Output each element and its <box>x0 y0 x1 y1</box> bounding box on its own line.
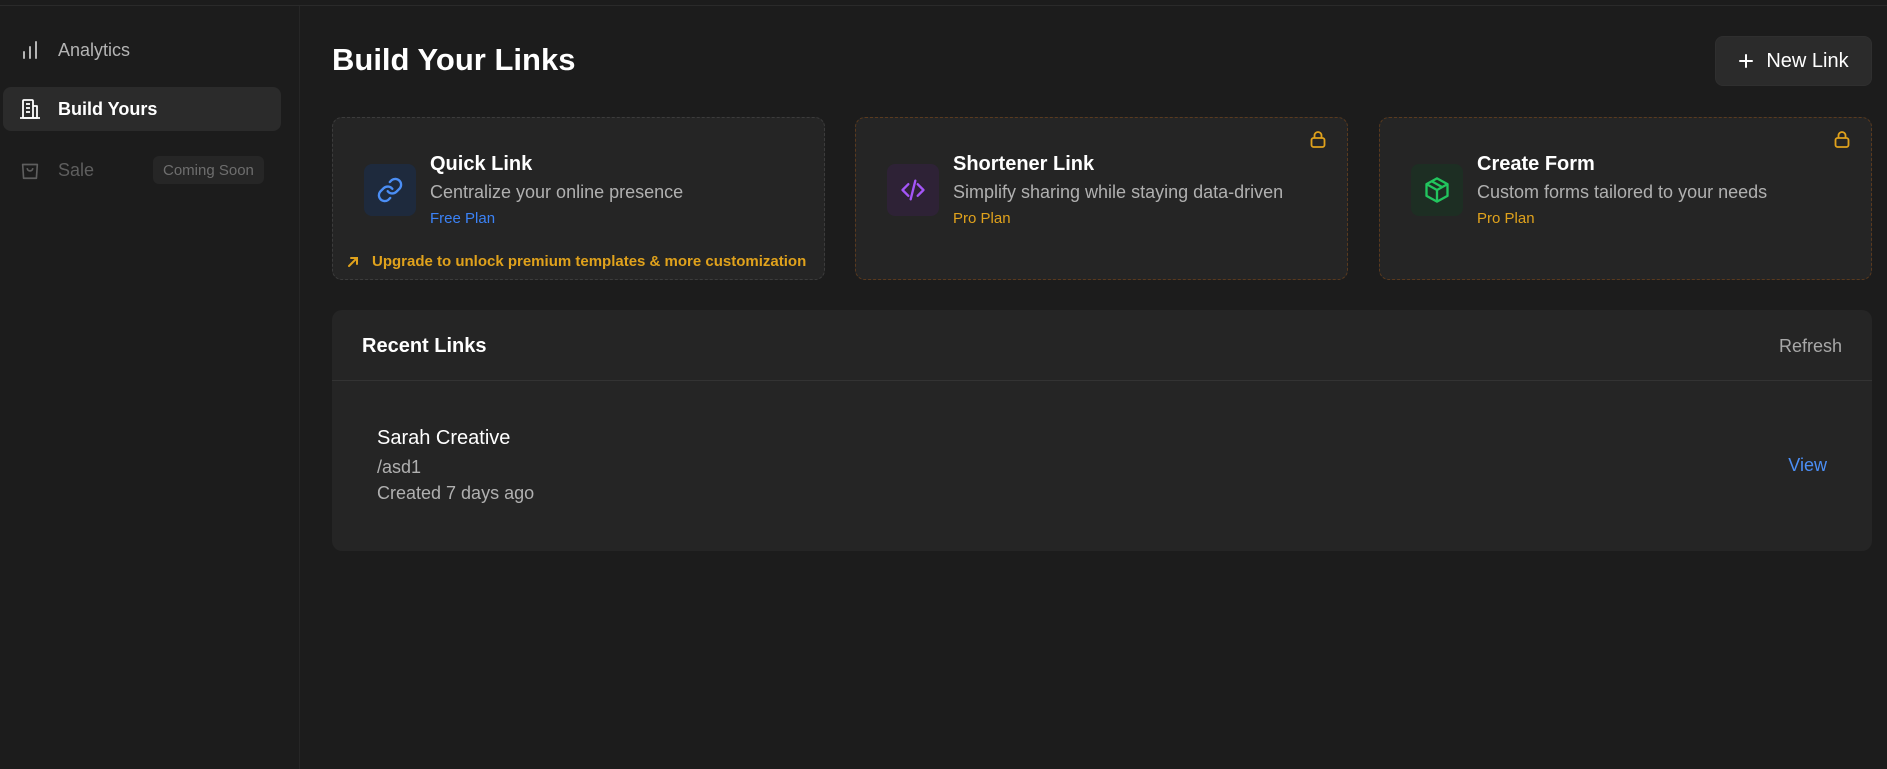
recent-links-header: Recent Links Refresh <box>332 310 1872 381</box>
box-icon <box>1411 164 1463 216</box>
coming-soon-badge: Coming Soon <box>153 156 264 184</box>
card-title: Quick Link <box>430 153 533 175</box>
link-created: Created 7 days ago <box>377 483 535 503</box>
link-icon <box>364 164 416 216</box>
lock-icon <box>1831 128 1853 150</box>
page-title: Build Your Links <box>332 42 576 77</box>
recent-links-panel: Recent Links Refresh Sarah Creative /asd… <box>332 310 1872 551</box>
code-icon <box>887 164 939 216</box>
arrow-up-right-icon <box>346 255 360 269</box>
card-description: Custom forms tailored to your needs <box>1477 182 1768 202</box>
card-title: Shortener Link <box>953 153 1095 175</box>
sidebar-item-analytics[interactable]: Analytics <box>3 28 281 72</box>
view-link-button[interactable]: View <box>1788 455 1827 476</box>
new-link-button[interactable]: New Link <box>1715 36 1872 86</box>
recent-links-title: Recent Links <box>362 335 487 357</box>
lock-icon <box>1307 128 1329 150</box>
card-shortener-link[interactable]: Shortener Link Simplify sharing while st… <box>855 117 1348 280</box>
sidebar-item-sale: Sale Coming Soon <box>3 148 281 192</box>
sidebar-item-build-yours[interactable]: Build Yours <box>3 87 281 131</box>
bar-chart-icon <box>18 38 42 62</box>
sidebar: Analytics Build Yours Sale Coming Soon <box>0 6 300 769</box>
sidebar-item-label: Build Yours <box>58 98 158 119</box>
card-create-form[interactable]: Create Form Custom forms tailored to you… <box>1379 117 1872 280</box>
plan-label: Free Plan <box>430 210 496 227</box>
plan-label: Pro Plan <box>1477 210 1535 227</box>
plan-label: Pro Plan <box>953 210 1011 227</box>
new-link-label: New Link <box>1766 49 1849 72</box>
list-item: Sarah Creative /asd1 Created 7 days ago … <box>332 382 1872 550</box>
card-description: Centralize your online presence <box>430 182 684 202</box>
link-slug: /asd1 <box>377 457 422 477</box>
link-name: Sarah Creative <box>377 427 511 449</box>
refresh-button[interactable]: Refresh <box>1779 336 1842 357</box>
plus-icon <box>1738 53 1754 69</box>
upgrade-text: Upgrade to unlock premium templates & mo… <box>372 253 807 270</box>
card-title: Create Form <box>1477 153 1595 175</box>
upgrade-link[interactable]: Upgrade to unlock premium templates & mo… <box>346 253 806 270</box>
sidebar-item-label: Analytics <box>58 39 131 60</box>
shopping-bag-icon <box>18 158 42 182</box>
card-description: Simplify sharing while staying data-driv… <box>953 182 1284 202</box>
card-quick-link[interactable]: Quick Link Centralize your online presen… <box>332 117 825 280</box>
building-icon <box>18 97 42 121</box>
sidebar-item-label: Sale <box>58 159 95 180</box>
